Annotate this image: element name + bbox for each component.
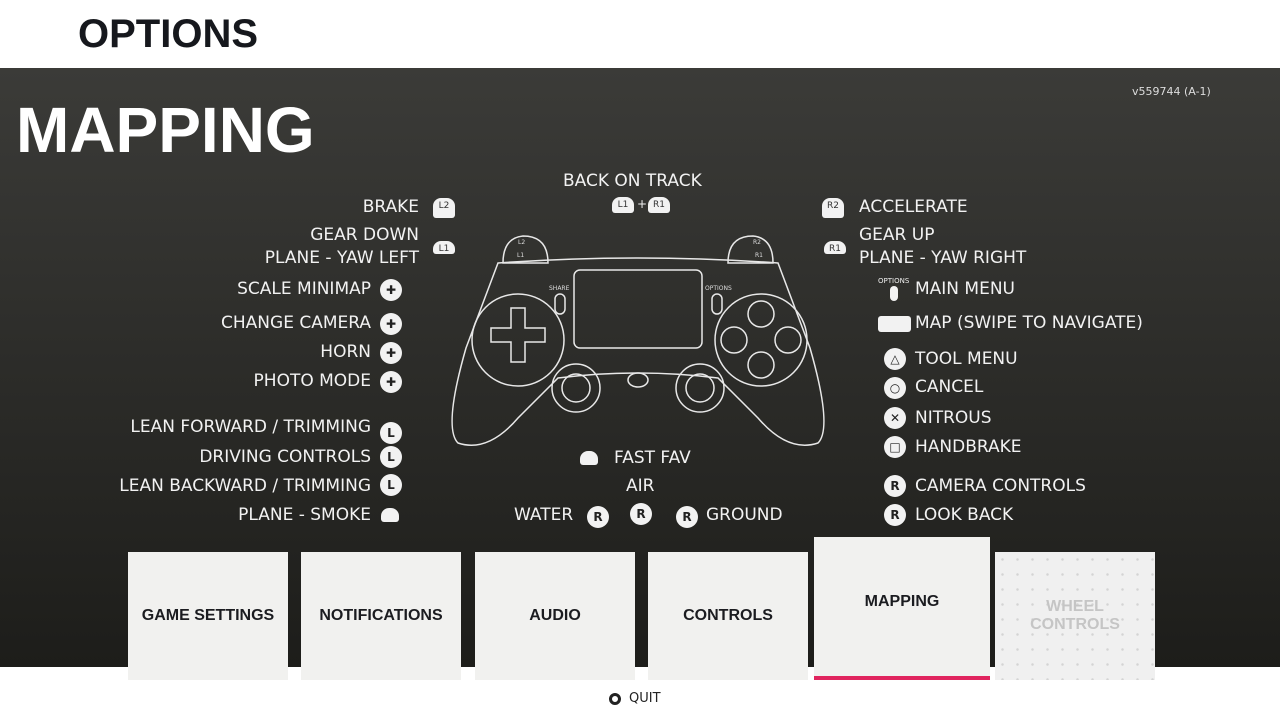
yaw-right-label: PLANE - YAW RIGHT — [859, 248, 1027, 268]
right-stick-press-icon: R — [884, 504, 906, 526]
dpad-down-icon: ✚ — [380, 342, 402, 364]
back-on-track-label: BACK ON TRACK — [563, 171, 702, 191]
l2-label: L2 — [518, 239, 525, 246]
tab-mapping[interactable]: MAPPING — [814, 537, 990, 676]
ground-label: GROUND — [706, 505, 783, 525]
circle-button-icon — [609, 692, 621, 705]
accelerate-label: ACCELERATE — [859, 197, 968, 217]
touchpad-icon — [878, 316, 911, 332]
lean-backward-label: LEAN BACKWARD / TRIMMING — [119, 476, 371, 496]
driving-controls-label: DRIVING CONTROLS — [199, 447, 371, 467]
l3-icon — [381, 508, 399, 522]
quit-label: QUIT — [629, 691, 661, 706]
main-menu-label: MAIN MENU — [915, 279, 1015, 299]
right-stick-left-icon: R — [587, 506, 609, 528]
brake-label: BRAKE — [362, 197, 419, 217]
cancel-label: CANCEL — [915, 377, 984, 397]
l1-icon: L1 — [612, 197, 634, 213]
tab-notifications[interactable]: NOTIFICATIONS — [301, 552, 461, 680]
gear-down-label: GEAR DOWN — [310, 225, 419, 245]
dpad-right-icon: ✚ — [380, 313, 402, 335]
dpad-left-icon: ✚ — [380, 371, 402, 393]
tab-wheel-controls: WHEEL CONTROLS — [995, 552, 1155, 680]
yaw-left-label: PLANE - YAW LEFT — [264, 248, 419, 268]
air-label: AIR — [626, 476, 655, 496]
lean-forward-label: LEAN FORWARD / TRIMMING — [130, 417, 371, 437]
version-label: v559744 (A-1) — [1132, 85, 1211, 98]
left-stick-icon: L — [380, 446, 402, 468]
water-label: WATER — [514, 505, 574, 525]
camera-controls-label: CAMERA CONTROLS — [915, 476, 1086, 496]
left-stick-down-icon: L — [380, 474, 402, 496]
photo-mode-label: PHOTO MODE — [253, 371, 371, 391]
quit-button[interactable]: QUIT — [609, 691, 661, 706]
horn-label: HORN — [320, 342, 371, 362]
options-label: OPTIONS — [705, 285, 732, 292]
scale-minimap-label: SCALE MINIMAP — [237, 279, 371, 299]
right-stick-icon: R — [884, 475, 906, 497]
controller-diagram: L2 L1 R2 R1 SHARE OPTIONS — [451, 235, 825, 446]
dpad-up-icon: ✚ — [380, 279, 402, 301]
active-tab-indicator — [814, 676, 990, 680]
square-icon: □ — [884, 436, 906, 458]
handbrake-label: HANDBRAKE — [915, 437, 1022, 457]
tool-menu-label: TOOL MENU — [915, 349, 1018, 369]
gear-up-label: GEAR UP — [859, 225, 935, 245]
l2-icon: L2 — [433, 198, 455, 218]
share-label: SHARE — [549, 285, 570, 292]
l1-label: L1 — [517, 252, 524, 259]
r1-icon: R1 — [648, 197, 670, 213]
cross-icon: ✕ — [884, 407, 906, 429]
circle-icon: ○ — [884, 377, 906, 399]
r2-icon: R2 — [822, 198, 844, 218]
triangle-icon: △ — [884, 348, 906, 370]
header-title: OPTIONS — [78, 12, 259, 56]
tab-controls[interactable]: CONTROLS — [648, 552, 808, 680]
page-title: MAPPING — [16, 94, 315, 166]
r2-label: R2 — [753, 239, 761, 246]
plus-sign: + — [637, 197, 648, 211]
tab-audio[interactable]: AUDIO — [475, 552, 635, 680]
right-stick-up-icon: R — [630, 503, 652, 525]
change-camera-label: CHANGE CAMERA — [221, 313, 371, 333]
options-icon-label: OPTIONS — [878, 277, 910, 285]
map-label: MAP (SWIPE TO NAVIGATE) — [915, 313, 1143, 333]
tab-game-settings[interactable]: GAME SETTINGS — [128, 552, 288, 680]
r1-label: R1 — [755, 252, 763, 259]
nitrous-label: NITROUS — [915, 408, 992, 428]
look-back-label: LOOK BACK — [915, 505, 1014, 525]
left-stick-up-icon: L — [380, 422, 402, 444]
options-button-icon — [890, 286, 898, 301]
right-stick-right-icon: R — [676, 506, 698, 528]
plane-smoke-label: PLANE - SMOKE — [238, 505, 371, 525]
